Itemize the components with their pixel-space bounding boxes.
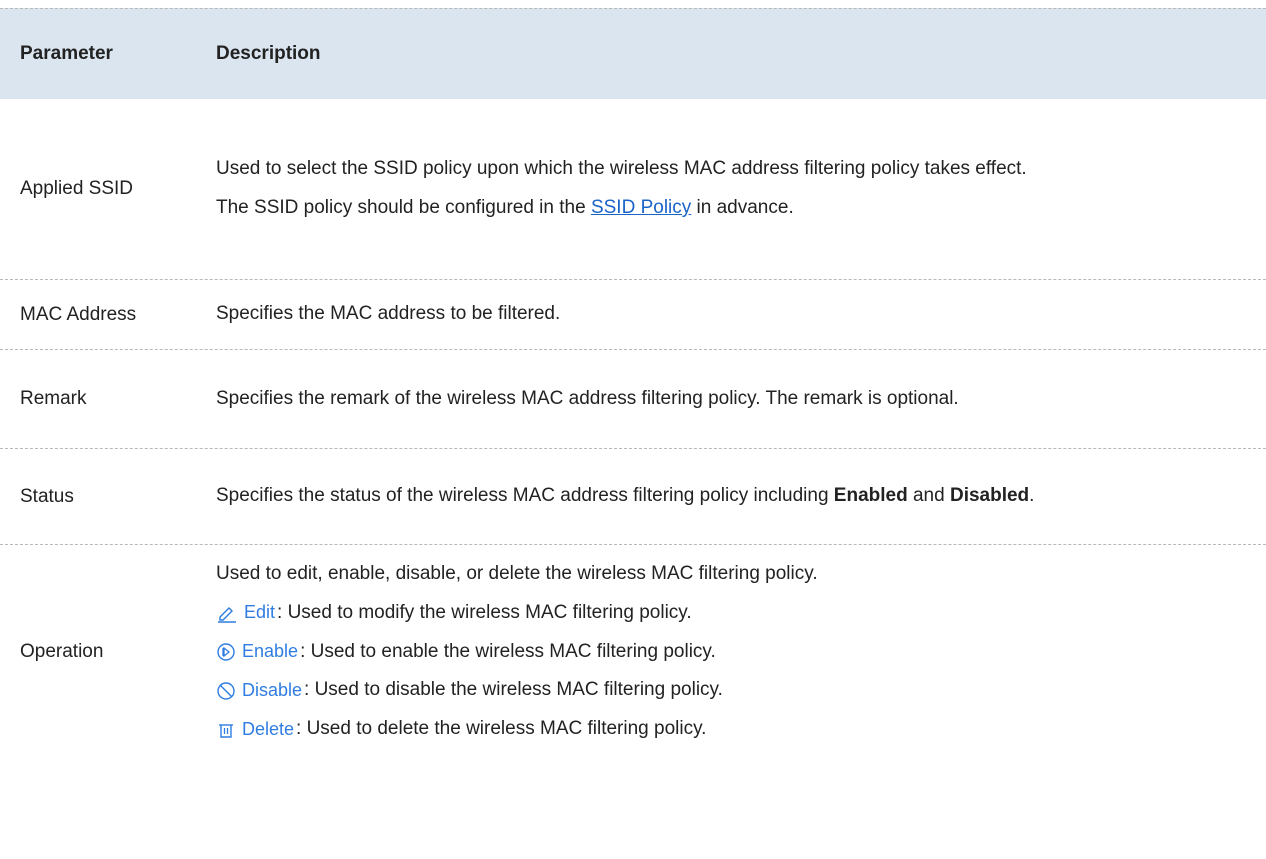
disable-icon <box>217 682 235 700</box>
ssid-policy-link[interactable]: SSID Policy <box>591 197 691 218</box>
delete-button[interactable]: Delete <box>216 717 294 743</box>
desc-text: The SSID policy should be configured in … <box>216 197 591 218</box>
table-row: Applied SSID Used to select the SSID pol… <box>0 99 1266 280</box>
param-applied-ssid: Applied SSID <box>20 178 134 199</box>
desc-operation: Used to edit, enable, disable, or delete… <box>216 561 1266 744</box>
desc-text: and <box>907 485 950 507</box>
enable-desc: : Used to enable the wireless MAC filter… <box>300 640 716 662</box>
desc-text: Used to edit, enable, disable, or delete… <box>216 562 818 584</box>
desc-text: in advance. <box>691 197 794 218</box>
desc-status: Specifies the status of the wireless MAC… <box>216 483 1266 510</box>
enable-icon <box>217 643 235 661</box>
header-parameter: Parameter <box>20 43 113 64</box>
param-status: Status <box>20 485 74 507</box>
enable-button[interactable]: Enable <box>216 639 298 665</box>
op-enable-line: Enable : Used to enable the wireless MAC… <box>216 639 1236 666</box>
delete-button-label: Delete <box>242 719 295 740</box>
disable-desc: : Used to disable the wireless MAC filte… <box>304 679 723 701</box>
desc-text: The SSID policy should be configured in … <box>216 195 1236 222</box>
op-disable-line: Disable : Used to disable the wireless M… <box>216 677 1236 704</box>
desc-text: Used to select the SSID policy upon whic… <box>216 158 1027 180</box>
param-remark: Remark <box>20 388 87 409</box>
table-row: Operation Used to edit, enable, disable,… <box>0 545 1266 759</box>
disabled-term: Disabled <box>949 485 1030 507</box>
edit-button-label: Edit <box>244 602 276 623</box>
desc-text: . <box>1029 485 1035 507</box>
enable-button-label: Enable <box>242 641 299 662</box>
table-header-row: Parameter Description <box>0 8 1266 99</box>
edit-button[interactable]: Edit <box>216 600 275 626</box>
param-mac-address: MAC Address <box>20 303 137 325</box>
param-operation: Operation <box>20 641 104 662</box>
disable-button-label: Disable <box>242 680 303 701</box>
table-row: MAC Address Specifies the MAC address to… <box>0 280 1266 350</box>
desc-applied-ssid: Used to select the SSID policy upon whic… <box>216 156 1266 222</box>
enabled-term: Enabled <box>833 485 908 507</box>
parameter-table: Parameter Description Applied SSID Used … <box>0 8 1266 759</box>
disable-button[interactable]: Disable <box>216 678 302 704</box>
desc-mac-address: Specifies the MAC address to be filtered… <box>216 303 561 325</box>
edit-icon <box>218 607 236 623</box>
op-delete-line: Delete : Used to delete the wireless MAC… <box>216 716 1236 743</box>
delete-icon <box>219 724 233 738</box>
op-edit-line: Edit : Used to modify the wireless MAC f… <box>216 600 1236 627</box>
table-row: Remark Specifies the remark of the wirel… <box>0 350 1266 449</box>
edit-desc: : Used to modify the wireless MAC filter… <box>277 601 692 623</box>
table-row: Status Specifies the status of the wirel… <box>0 449 1266 545</box>
header-description: Description <box>216 42 321 64</box>
desc-text: Specifies the status of the wireless MAC… <box>216 485 834 507</box>
delete-desc: : Used to delete the wireless MAC filter… <box>296 718 707 740</box>
desc-remark: Specifies the remark of the wireless MAC… <box>216 387 959 409</box>
